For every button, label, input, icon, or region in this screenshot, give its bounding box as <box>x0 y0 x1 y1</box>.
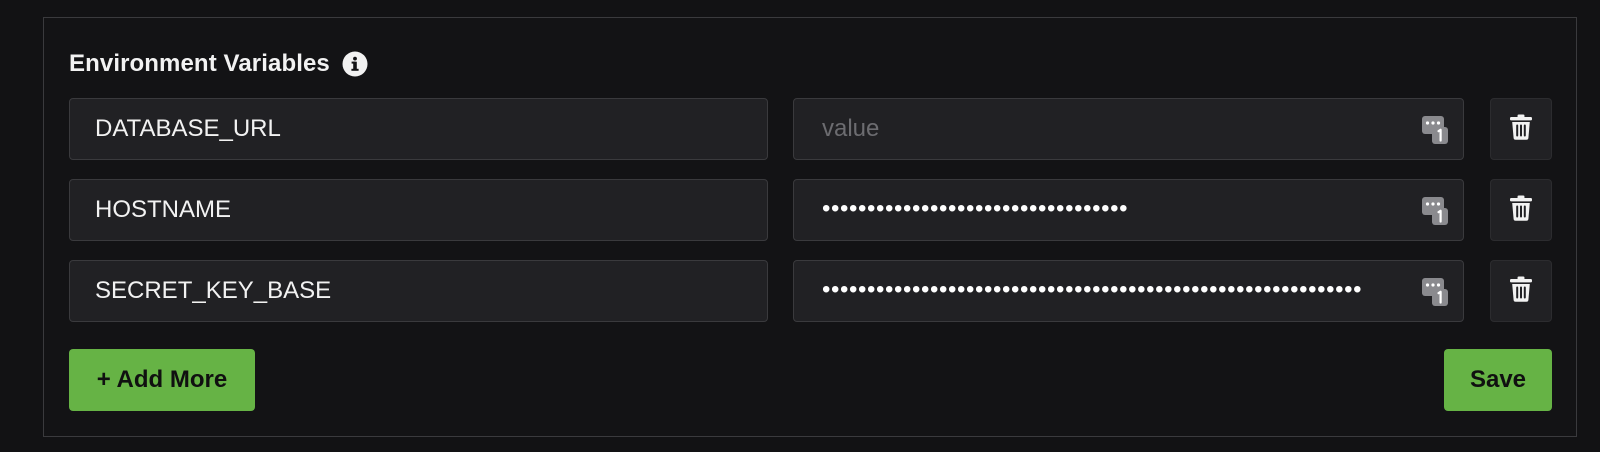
env-value-input[interactable]: ••••••••••••••••••••••••••••••••••••••••… <box>793 260 1464 322</box>
env-value-masked: ••••••••••••••••••••••••••••••••••••••••… <box>822 278 1363 302</box>
delete-row-button[interactable] <box>1490 179 1552 241</box>
env-var-row: SECRET_KEY_BASE ••••••••••••••••••••••••… <box>69 260 1552 322</box>
env-value-placeholder: value <box>822 115 880 142</box>
delete-row-button[interactable] <box>1490 98 1552 160</box>
env-var-row: HOSTNAME •••••••••••••••••••••••••••••••… <box>69 179 1552 241</box>
trash-icon <box>1510 195 1532 226</box>
section-header: Environment Variables <box>69 44 368 84</box>
env-key-value: HOSTNAME <box>95 196 232 223</box>
env-key-value: SECRET_KEY_BASE <box>95 277 332 304</box>
info-icon[interactable] <box>342 51 368 77</box>
password-manager-icon[interactable] <box>1422 277 1448 307</box>
section-title: Environment Variables <box>69 50 330 77</box>
password-manager-icon[interactable] <box>1422 196 1448 226</box>
env-key-value: DATABASE_URL <box>95 115 281 142</box>
delete-row-button[interactable] <box>1490 260 1552 322</box>
add-more-button[interactable]: + Add More <box>69 349 255 411</box>
env-var-row: DATABASE_URL value <box>69 98 1552 160</box>
env-value-input[interactable]: value <box>793 98 1464 160</box>
trash-icon <box>1510 276 1532 307</box>
trash-icon <box>1510 114 1532 145</box>
password-manager-icon[interactable] <box>1422 115 1448 145</box>
env-value-input[interactable]: •••••••••••••••••••••••••••••••••• <box>793 179 1464 241</box>
env-key-input[interactable]: HOSTNAME <box>69 179 768 241</box>
env-key-input[interactable]: DATABASE_URL <box>69 98 768 160</box>
save-button[interactable]: Save <box>1444 349 1552 411</box>
env-value-masked: •••••••••••••••••••••••••••••••••• <box>822 197 1129 221</box>
env-key-input[interactable]: SECRET_KEY_BASE <box>69 260 768 322</box>
